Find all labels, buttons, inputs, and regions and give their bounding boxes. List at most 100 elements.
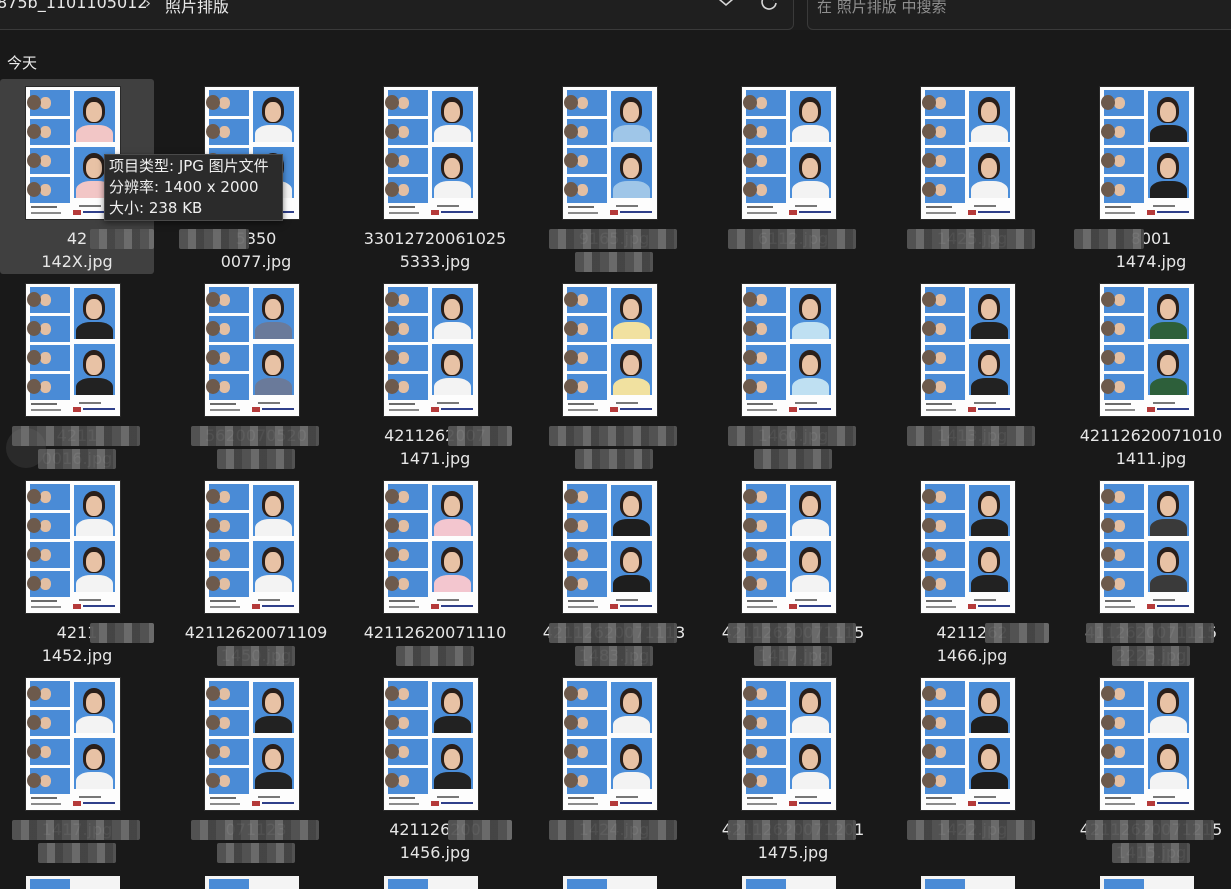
thumbnail-portrait [432,485,473,536]
file-item[interactable]: 1417.jpg [0,670,154,865]
thumbnail-partial[interactable] [563,876,657,889]
thumbnail-mini-photo [1101,513,1144,539]
portrait-clothing [76,378,113,395]
redaction-mosaic [1086,623,1214,643]
thumbnail-mini-photo [27,571,70,597]
file-item[interactable]: 421126200711131483.jpg [537,473,691,668]
file-item[interactable]: 421126200712151415.jpg [1074,670,1228,865]
file-item[interactable]: 1424.jpg [537,670,691,865]
portrait-clothing [255,716,292,733]
portrait-face [802,158,818,178]
file-name: 42112620071010 1411.jpg [1074,424,1228,470]
thumbnail-partial[interactable] [26,876,120,889]
file-item[interactable]: 4211 1452.jpg [0,473,154,668]
thumbnail-portrait [253,344,294,395]
search-box[interactable] [807,0,1231,30]
thumbnail-mini-photo [743,513,786,539]
file-item[interactable]: 1422.jpg [895,670,1049,865]
file-item[interactable]: 33012720061025 5333.jpg [358,79,512,274]
breadcrumb-current[interactable]: 照片排版 [165,0,229,17]
file-item[interactable]: 1413.jpg [895,276,1049,471]
thumbnail-mini-photo [743,148,786,174]
file-item[interactable]: 42112620071010 1411.jpg [1074,276,1228,471]
thumbnail-mini-photo [743,484,786,510]
portrait-clothing [434,181,471,198]
thumbnail-partial[interactable] [1100,876,1194,889]
file-item[interactable]: 5620070520 [179,276,333,471]
address-bar[interactable]: 875b_1101105012 › 照片排版 [0,0,794,30]
address-history-button[interactable] [714,0,738,14]
portrait-face [623,552,639,572]
thumbnail-mini-photo [27,345,70,371]
breadcrumb-parent[interactable]: 875b_1101105012 [0,0,148,12]
redaction-mosaic [549,623,677,643]
thumbnail-portrait [253,682,294,733]
portrait-face [444,749,460,769]
file-item[interactable]: 4211262 1466.jpg [895,473,1049,668]
thumbnail-mini-photo [922,90,965,116]
file-item[interactable]: 41126200711152225.jpg [1074,473,1228,668]
thumbnail-portrait [432,541,473,592]
thumbnail-partial[interactable] [384,876,478,889]
file-item[interactable]: 421126200711091450.jpg [179,473,333,668]
file-name-line2: 1452.jpg [41,646,113,665]
thumbnail-partial[interactable] [921,876,1015,889]
thumbnail-caption [1103,402,1191,414]
file-item[interactable]: 1425.jpg [895,79,1049,274]
thumbnail-mini-photo [564,316,607,342]
thumbnail-mini-photo [922,768,965,794]
portrait-face [444,693,460,713]
thumbnail-mini-photo [27,768,70,794]
thumbnail-portrait [253,288,294,339]
file-item[interactable]: 1460.jpg [716,276,870,471]
file-item[interactable]: 071123 [179,670,333,865]
portrait-clothing [613,378,650,395]
portrait-face [265,693,281,713]
file-item[interactable] [537,276,691,471]
breadcrumb-separator-icon[interactable]: › [145,0,151,12]
thumbnail-mini-photo [206,710,249,736]
file-item[interactable]: 421126200 1456.jpg [358,670,512,865]
portrait-face [802,749,818,769]
redaction-mosaic [1112,843,1190,863]
portrait-face [1160,693,1176,713]
redaction-mosaic [728,426,856,446]
group-header-today[interactable]: 今天 [7,52,37,73]
thumbnail-mini-photo [743,345,786,371]
portrait-clothing [434,519,471,536]
refresh-icon [761,0,777,10]
thumbnail-portrait [969,288,1010,339]
search-input[interactable] [817,0,1217,17]
thumbnail-partial[interactable] [205,876,299,889]
portrait-clothing [1150,181,1187,198]
thumbnail-portrait [1148,738,1189,789]
file-thumbnail [742,678,836,810]
portrait-clothing [76,519,113,536]
portrait-clothing [255,575,292,592]
thumbnail-mini-photo [564,710,607,736]
file-name: 33012720061025 5333.jpg [358,227,512,273]
file-item[interactable]: 8001 1474.jpg [1074,79,1228,274]
thumbnail-caption [924,599,1012,611]
portrait-clothing [792,181,829,198]
thumbnail-caption [208,599,296,611]
file-thumbnail [563,678,657,810]
file-item[interactable]: 9165.jpg [537,79,691,274]
file-thumbnail [1100,284,1194,416]
refresh-button[interactable] [757,0,783,14]
thumbnail-mini-photo [1101,287,1144,313]
thumbnail-partial[interactable] [742,876,836,889]
portrait-face [86,552,102,572]
file-item[interactable]: 42112620071110 [358,473,512,668]
thumbnail-mini-photo [743,90,786,116]
file-item[interactable]: 4211262007 1471.jpg [358,276,512,471]
portrait-clothing [1150,519,1187,536]
file-item[interactable]: 6112.jpg [716,79,870,274]
thumbnail-mini-photo [206,739,249,765]
file-item[interactable]: 421126200711151417.jpg [716,473,870,668]
thumbnail-caption [566,599,654,611]
file-item[interactable]: 421126200712011475.jpg [716,670,870,865]
thumbnail-mini-photo [922,316,965,342]
thumbnail-portrait [253,485,294,536]
thumbnail-caption [29,599,117,611]
